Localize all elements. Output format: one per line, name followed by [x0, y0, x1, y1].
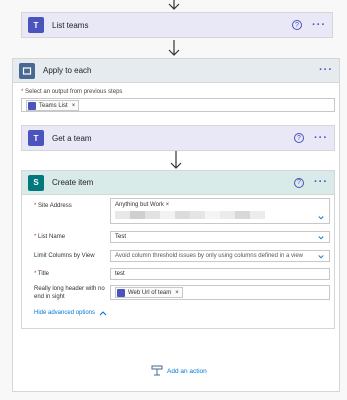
- flow-arrow: [168, 40, 180, 56]
- title-input[interactable]: test: [110, 268, 330, 280]
- title-label: * Title: [34, 271, 50, 277]
- limit-columns-select[interactable]: Avoid column threshold issues by only us…: [110, 250, 330, 262]
- add-action-button[interactable]: Add an action: [151, 365, 207, 377]
- sharepoint-icon: S: [28, 174, 44, 191]
- redacted-url: [115, 211, 325, 219]
- teams-icon: T: [28, 17, 44, 33]
- web-url-field[interactable]: Web Url of team ×: [110, 285, 330, 300]
- long-header-label: Really long header with no end in sight: [34, 286, 105, 300]
- more-options-icon[interactable]: ···: [314, 132, 328, 144]
- get-team-card[interactable]: T Get a team ? ···: [21, 125, 335, 151]
- web-url-token[interactable]: Web Url of team ×: [115, 287, 183, 298]
- list-teams-card[interactable]: T List teams ? ···: [21, 12, 333, 38]
- teams-icon: T: [28, 130, 44, 146]
- chevron-up-icon: [99, 311, 107, 316]
- list-name-select[interactable]: Test: [110, 231, 330, 243]
- teams-icon: [117, 288, 125, 297]
- create-item-card[interactable]: S Create item ? ··· * Site Address Anyth…: [21, 170, 335, 329]
- list-teams-header[interactable]: T List teams ? ···: [22, 13, 332, 37]
- card-title: Apply to each: [43, 66, 92, 75]
- add-action-icon: [151, 365, 163, 376]
- create-item-header[interactable]: S Create item ? ···: [22, 171, 334, 195]
- help-icon[interactable]: ?: [294, 177, 304, 188]
- clear-icon[interactable]: ×: [166, 202, 170, 208]
- help-icon[interactable]: ?: [294, 133, 304, 143]
- limit-columns-label: Limit Columns by View: [34, 253, 95, 259]
- apply-to-each-card[interactable]: Apply to each ··· * Select an output fro…: [12, 58, 340, 392]
- card-title: List teams: [52, 20, 89, 30]
- get-team-header[interactable]: T Get a team ? ···: [22, 126, 334, 150]
- chevron-down-icon[interactable]: [318, 215, 324, 221]
- hide-advanced-options-link[interactable]: Hide advanced options: [34, 310, 107, 316]
- flow-arrow: [170, 151, 182, 169]
- card-title: Create item: [52, 178, 94, 187]
- loop-icon: [19, 62, 35, 79]
- chevron-down-icon[interactable]: [318, 235, 324, 241]
- teams-list-token[interactable]: Teams List ×: [26, 100, 80, 111]
- site-address-value: Anything but Work: [115, 202, 164, 208]
- help-icon[interactable]: ?: [292, 20, 302, 30]
- more-options-icon[interactable]: ···: [314, 177, 328, 188]
- more-options-icon[interactable]: ···: [319, 65, 333, 76]
- select-output-label: * Select an output from previous steps: [21, 89, 123, 95]
- remove-token-icon[interactable]: ×: [175, 290, 179, 296]
- more-options-icon[interactable]: ···: [312, 19, 326, 31]
- teams-icon: [28, 101, 36, 110]
- select-output-input[interactable]: Teams List ×: [21, 98, 335, 112]
- remove-token-icon[interactable]: ×: [72, 103, 76, 109]
- list-name-label: * List Name: [34, 234, 66, 240]
- chevron-down-icon[interactable]: [318, 254, 324, 260]
- card-title: Get a team: [52, 133, 92, 143]
- apply-to-each-header[interactable]: Apply to each ···: [13, 59, 339, 83]
- site-address-label: * Site Address: [34, 203, 72, 209]
- site-address-field[interactable]: Anything but Work ×: [110, 198, 330, 224]
- flow-arrow: [168, 0, 180, 10]
